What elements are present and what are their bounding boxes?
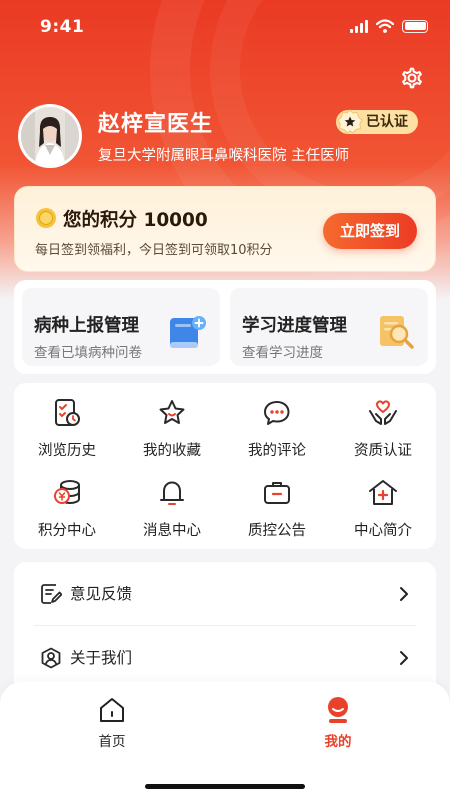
hands-heart-icon (369, 400, 397, 425)
wifi-icon (376, 19, 394, 33)
grid-label: 质控公告 (248, 523, 306, 539)
list-item-feedback[interactable]: 意见反馈 (24, 562, 426, 626)
points-title: 您的积分 10000 (63, 210, 208, 231)
mgmt-title: 病种上报管理 (34, 316, 139, 336)
settings-gear-icon[interactable] (398, 64, 426, 92)
disease-report-management-card[interactable]: 病种上报管理 查看已填病种问卷 (22, 288, 220, 366)
grid-label: 消息中心 (143, 523, 201, 539)
tab-mine-label: 我的 (324, 734, 352, 750)
tab-home[interactable]: 首页 (72, 696, 152, 750)
grid-label: 资质认证 (354, 443, 412, 459)
grid-item-points-center[interactable]: 积分中心 (14, 467, 120, 543)
avatar[interactable] (18, 104, 82, 168)
verified-badge-label: 已认证 (366, 114, 408, 130)
comment-icon (264, 401, 290, 425)
user-profile-icon (328, 697, 348, 723)
management-section: 病种上报管理 查看已填病种问卷 学习进度管理 查看学习进度 (14, 280, 436, 374)
list-item-about-us[interactable]: 关于我们 (24, 626, 426, 690)
briefcase-icon (264, 482, 290, 504)
grid-label: 我的评论 (248, 443, 306, 459)
star-icon (159, 400, 185, 424)
tab-bar: 首页 我的 (0, 682, 450, 800)
grid-label: 我的收藏 (143, 443, 201, 459)
history-icon (55, 399, 80, 426)
grid-item-messages[interactable]: 消息中心 (119, 467, 225, 543)
home-indicator (145, 784, 305, 789)
battery-icon (402, 19, 428, 33)
doctor-hospital-title: 复旦大学附属眼耳鼻喉科医院 主任医师 (98, 148, 350, 164)
chevron-right-icon (400, 587, 408, 601)
home-icon (100, 698, 124, 722)
features-grid: 浏览历史 我的收藏 我的评论 资质认证 积分中心 消息中心 质控公告 中心简介 (14, 383, 436, 549)
house-plus-icon (369, 480, 397, 505)
tab-mine[interactable]: 我的 (298, 696, 378, 750)
book-icon (170, 316, 206, 348)
mgmt-subtitle: 查看已填病种问卷 (34, 345, 142, 361)
status-bar: 9:41 (0, 0, 450, 52)
magnifier-document-icon (380, 316, 414, 349)
cellular-signal-icon (350, 19, 368, 33)
coin-icon (36, 208, 56, 228)
bell-icon (160, 481, 184, 505)
grid-item-comments[interactable]: 我的评论 (224, 387, 330, 463)
profile-section: 赵梓宣医生 复旦大学附属眼耳鼻喉科医院 主任医师 已认证 (18, 104, 438, 174)
tab-home-label: 首页 (98, 734, 126, 750)
settings-list: 意见反馈 关于我们 (14, 562, 436, 702)
grid-label: 积分中心 (38, 523, 96, 539)
chevron-right-icon (400, 651, 408, 665)
doctor-name: 赵梓宣医生 (98, 112, 214, 137)
user-circle-icon (41, 647, 61, 669)
grid-label: 中心简介 (354, 523, 412, 539)
learning-progress-management-card[interactable]: 学习进度管理 查看学习进度 (230, 288, 428, 366)
signin-button[interactable]: 立即签到 (323, 213, 417, 249)
points-card: 您的积分 10000 每日签到领福利，今日签到可领取10积分 立即签到 (14, 186, 436, 272)
points-description: 每日签到领福利，今日签到可领取10积分 (35, 243, 273, 258)
grid-item-history[interactable]: 浏览历史 (14, 387, 120, 463)
grid-label: 浏览历史 (38, 443, 96, 459)
coins-icon (54, 480, 80, 505)
grid-item-center-intro[interactable]: 中心简介 (330, 467, 436, 543)
list-label: 意见反馈 (70, 585, 133, 603)
mgmt-title: 学习进度管理 (242, 316, 347, 336)
mgmt-subtitle: 查看学习进度 (242, 345, 323, 361)
verified-badge: 已认证 (336, 109, 418, 134)
grid-item-announcements[interactable]: 质控公告 (224, 467, 330, 543)
list-label: 关于我们 (70, 649, 133, 667)
grid-item-favorites[interactable]: 我的收藏 (119, 387, 225, 463)
status-time: 9:41 (40, 17, 85, 37)
verified-star-icon (337, 109, 363, 134)
grid-item-qualification[interactable]: 资质认证 (330, 387, 436, 463)
feedback-edit-icon (41, 584, 62, 604)
